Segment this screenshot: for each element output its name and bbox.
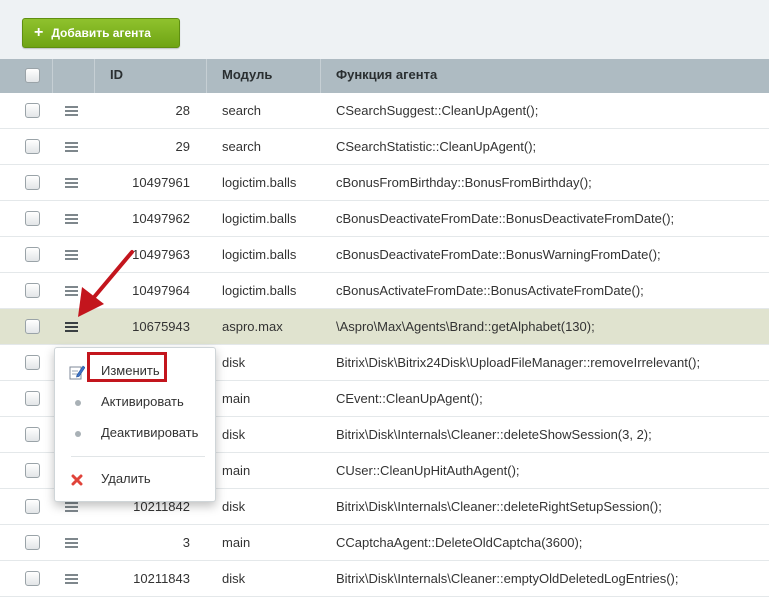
row-module: search: [222, 103, 262, 118]
row-function: Bitrix\Disk\Bitrix24Disk\UploadFileManag…: [336, 355, 701, 370]
row-module: disk: [222, 355, 246, 370]
row-function: CCaptchaAgent::DeleteOldCaptcha(3600);: [336, 535, 583, 550]
table-header: ID Модуль Функция агента: [0, 59, 769, 93]
row-id: 29: [175, 139, 190, 154]
row-function: CUser::CleanUpHitAuthAgent();: [336, 463, 520, 478]
table-body: 28 search CSearchSuggest::CleanUpAgent(); 2…: [0, 93, 769, 597]
row-checkbox[interactable]: [25, 535, 40, 550]
row-checkbox[interactable]: [25, 247, 40, 262]
row-module: aspro.max: [222, 319, 283, 334]
row-id: 10211843: [133, 571, 190, 586]
row-function: Bitrix\Disk\Internals\Cleaner::deleteRig…: [336, 499, 662, 514]
row-id: 10497962: [132, 211, 190, 226]
row-function: cBonusDeactivateFromDate::BonusDeactivat…: [336, 211, 675, 226]
row-module: disk: [222, 427, 246, 442]
edit-highlight-box: [87, 352, 167, 382]
row-checkbox[interactable]: [25, 571, 40, 586]
table-row[interactable]: 10497961 logictim.balls cBonusFromBirthday…: [0, 165, 769, 201]
table-row[interactable]: 10497963 logictim.balls cBonusDeactivateFr…: [0, 237, 769, 273]
row-module: main: [222, 391, 251, 406]
table-row[interactable]: 10211843 disk Bitrix\Disk\Internals\Cleane…: [0, 561, 769, 597]
plus-icon: +: [34, 24, 44, 41]
row-module: logictim.balls: [222, 247, 297, 262]
row-context-menu: Изменить Активировать Деактивировать Уда…: [54, 347, 216, 502]
hamburger-menu-icon[interactable]: [65, 574, 78, 584]
menu-item-activate-label: Активировать: [101, 394, 184, 409]
row-function: Bitrix\Disk\Internals\Cleaner::deleteSho…: [336, 427, 652, 442]
row-checkbox[interactable]: [25, 283, 40, 298]
row-checkbox[interactable]: [25, 499, 40, 514]
row-checkbox[interactable]: [25, 139, 40, 154]
table-row[interactable]: 10675943 aspro.max \Aspro\Max\Agents\Brand…: [0, 309, 769, 345]
header-id[interactable]: ID: [95, 59, 207, 93]
row-checkbox[interactable]: [25, 355, 40, 370]
row-id: 28: [175, 103, 190, 118]
hamburger-menu-icon[interactable]: [65, 502, 78, 512]
toolbar: + Добавить агента: [0, 0, 769, 59]
agents-table: ID Модуль Функция агента 28 search CSearch…: [0, 59, 769, 597]
menu-item-delete[interactable]: Удалить: [55, 464, 215, 494]
bullet-icon: [75, 400, 81, 406]
row-checkbox[interactable]: [25, 463, 40, 478]
row-function: cBonusActivateFromDate::BonusActivateFro…: [336, 283, 644, 298]
row-checkbox[interactable]: [25, 391, 40, 406]
row-module: disk: [222, 499, 246, 514]
hamburger-menu-icon[interactable]: [65, 322, 78, 332]
row-module: main: [222, 463, 251, 478]
edit-icon: [69, 365, 85, 380]
hamburger-menu-icon[interactable]: [65, 538, 78, 548]
row-module: main: [222, 535, 251, 550]
hamburger-menu-icon[interactable]: [65, 286, 78, 296]
row-function: CSearchStatistic::CleanUpAgent();: [336, 139, 537, 154]
header-actions-cell: [53, 59, 95, 93]
header-function[interactable]: Функция агента: [321, 59, 769, 93]
row-id: 10497964: [132, 283, 190, 298]
menu-item-deactivate[interactable]: Деактивировать: [55, 418, 215, 448]
bullet-icon: [75, 431, 81, 437]
row-function: cBonusFromBirthday::BonusFromBirthday();: [336, 175, 592, 190]
table-row[interactable]: 3 main CCaptchaAgent::DeleteOldCaptcha(360…: [0, 525, 769, 561]
row-checkbox[interactable]: [25, 211, 40, 226]
hamburger-menu-icon[interactable]: [65, 214, 78, 224]
delete-icon: [71, 474, 83, 486]
table-row[interactable]: 10497964 logictim.balls cBonusActivateFrom…: [0, 273, 769, 309]
header-checkbox-cell: [0, 59, 53, 93]
row-id: 10675943: [132, 319, 190, 334]
row-function: CEvent::CleanUpAgent();: [336, 391, 483, 406]
menu-item-activate[interactable]: Активировать: [55, 387, 215, 417]
table-row[interactable]: 28 search CSearchSuggest::CleanUpAgent();: [0, 93, 769, 129]
row-function: Bitrix\Disk\Internals\Cleaner::emptyOldD…: [336, 571, 679, 586]
table-row[interactable]: 29 search CSearchStatistic::CleanUpAgent()…: [0, 129, 769, 165]
hamburger-menu-icon[interactable]: [65, 178, 78, 188]
menu-item-delete-label: Удалить: [101, 471, 151, 486]
row-function: cBonusDeactivateFromDate::BonusWarningFr…: [336, 247, 661, 262]
row-module: logictim.balls: [222, 175, 297, 190]
row-checkbox[interactable]: [25, 175, 40, 190]
row-id: 3: [182, 535, 190, 550]
row-checkbox[interactable]: [25, 427, 40, 442]
row-module: search: [222, 139, 262, 154]
table-row[interactable]: 10497962 logictim.balls cBonusDeactivateFr…: [0, 201, 769, 237]
add-agent-label: Добавить агента: [51, 26, 151, 40]
row-function: \Aspro\Max\Agents\Brand::getAlphabet(130…: [336, 319, 595, 334]
menu-separator: [71, 456, 205, 457]
select-all-checkbox[interactable]: [25, 68, 40, 83]
hamburger-menu-icon[interactable]: [65, 250, 78, 260]
row-id: 10497961: [132, 175, 190, 190]
hamburger-menu-icon[interactable]: [65, 142, 78, 152]
row-checkbox[interactable]: [25, 103, 40, 118]
row-id: 10497963: [132, 247, 190, 262]
hamburger-menu-icon[interactable]: [65, 106, 78, 116]
menu-item-deactivate-label: Деактивировать: [101, 425, 199, 440]
header-module[interactable]: Модуль: [207, 59, 321, 93]
row-module: logictim.balls: [222, 283, 297, 298]
row-module: logictim.balls: [222, 211, 297, 226]
row-function: CSearchSuggest::CleanUpAgent();: [336, 103, 539, 118]
add-agent-button[interactable]: + Добавить агента: [22, 18, 180, 48]
row-module: disk: [222, 571, 246, 586]
row-checkbox[interactable]: [25, 319, 40, 334]
